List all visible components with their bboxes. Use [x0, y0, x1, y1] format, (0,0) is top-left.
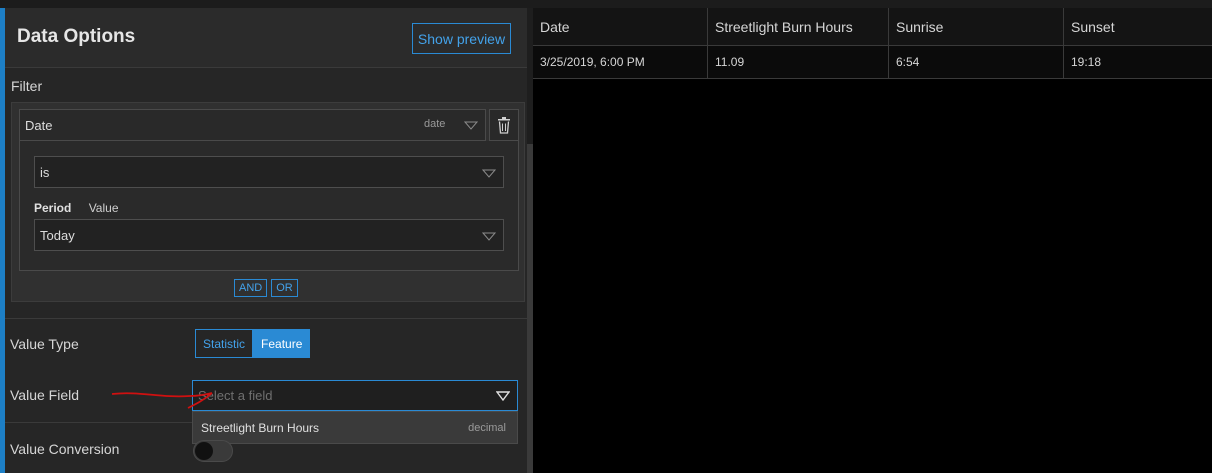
value-field-label: Value Field — [10, 387, 80, 403]
option-label: Streetlight Burn Hours — [201, 421, 320, 435]
column-header[interactable]: Date — [533, 8, 708, 45]
feature-option[interactable]: Feature — [253, 329, 311, 358]
trash-icon — [498, 116, 510, 134]
chevron-down-icon — [496, 391, 510, 401]
table-row[interactable]: 3/25/2019, 6:00 PM 11.09 6:54 19:18 — [533, 46, 1212, 79]
table-cell: 11.09 — [708, 46, 889, 78]
option-type: decimal — [468, 422, 506, 434]
value-field-placeholder: Select a field — [198, 388, 273, 403]
show-preview-button[interactable]: Show preview — [412, 23, 511, 54]
filter-field-name: Date — [25, 118, 53, 133]
operator-select[interactable]: is — [34, 156, 504, 188]
toggle-knob — [195, 442, 213, 460]
logic-buttons: AND OR — [234, 279, 298, 297]
value-field-dropdown-option[interactable]: Streetlight Burn Hours decimal — [192, 411, 518, 444]
operator-value: is — [40, 165, 50, 180]
statistic-option[interactable]: Statistic — [195, 329, 254, 358]
filter-field-type: date — [424, 118, 446, 130]
chevron-down-icon — [482, 232, 496, 241]
table-cell: 6:54 — [889, 46, 1064, 78]
chevron-down-icon — [482, 169, 496, 178]
table-header-row: Date Streetlight Burn Hours Sunrise Suns… — [533, 8, 1212, 46]
panel-header: Data Options Show preview — [5, 8, 527, 68]
divider — [5, 318, 527, 319]
data-options-panel: Data Options Show preview Filter Date da… — [0, 8, 533, 473]
and-button[interactable]: AND — [234, 279, 268, 297]
column-header[interactable]: Sunrise — [889, 8, 1064, 45]
column-header[interactable]: Sunset — [1064, 8, 1212, 45]
value-conversion-label: Value Conversion — [10, 441, 120, 457]
scrollbar-thumb[interactable] — [527, 144, 533, 473]
or-button[interactable]: OR — [271, 279, 298, 297]
period-select[interactable]: Today — [34, 219, 504, 251]
filter-field-select[interactable]: Date date — [19, 109, 486, 141]
divider — [5, 422, 192, 423]
panel-accent-bar — [0, 8, 5, 473]
value-conversion-toggle[interactable] — [193, 440, 233, 462]
period-value: Today — [40, 228, 75, 243]
table-cell: 3/25/2019, 6:00 PM — [533, 46, 708, 78]
chevron-down-icon — [464, 121, 478, 130]
filter-condition-box: is Period Value Today — [19, 141, 519, 271]
value-label[interactable]: Value — [89, 201, 119, 215]
table-cell: 19:18 — [1071, 55, 1102, 69]
period-label[interactable]: Period — [34, 201, 71, 215]
panel-title: Data Options — [17, 26, 136, 47]
column-header[interactable]: Streetlight Burn Hours — [708, 8, 889, 45]
period-value-labels: Period Value — [34, 201, 119, 215]
delete-filter-button[interactable] — [489, 109, 519, 141]
window-top-strip — [0, 0, 1212, 8]
value-type-label: Value Type — [10, 336, 79, 352]
filter-box: Date date is Period Value Today AND OR — [11, 102, 525, 302]
filter-label: Filter — [11, 78, 43, 94]
value-type-toggle: Statistic Feature — [195, 329, 311, 358]
value-field-select[interactable]: Select a field — [192, 380, 518, 411]
